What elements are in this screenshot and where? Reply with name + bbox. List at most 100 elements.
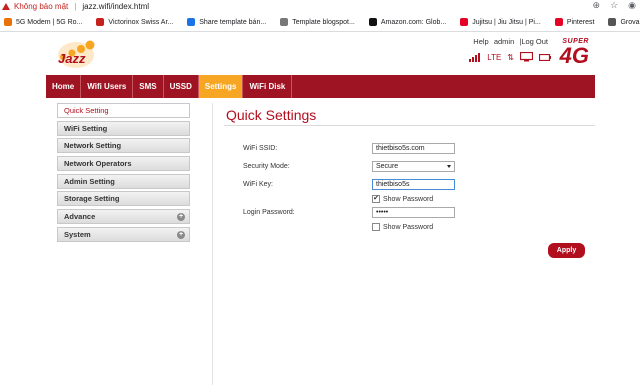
sidebar-item-label: Storage Setting [64,194,120,204]
nav-tab-sms[interactable]: SMS [133,75,164,98]
security-mode-label: Security Mode: [243,163,290,170]
bookmark-label: Template blogspot... [292,18,355,26]
title-divider [224,125,595,126]
bookmark-favicon-icon [608,18,617,26]
bookmarks-bar: 5G Modem | 5G Ro... Victorinox Swiss Ar..… [0,13,640,32]
bookmark-favicon-icon [368,18,377,26]
sidebar-item-label: Quick Setting [64,106,109,115]
bookmark-favicon-icon [187,18,196,26]
checkbox-icon[interactable] [372,223,380,231]
page-title: Quick Settings [226,107,317,123]
show-password-label-1: Show Password [383,195,434,203]
wifi-key-label: WiFi Key: [243,181,273,188]
bookmark-favicon-icon [280,18,289,26]
nav-tab-home[interactable]: Home [46,75,82,98]
ssid-label: WiFi SSID: [243,145,278,152]
nav-tab-ussd[interactable]: USSD [164,75,199,98]
sidebar-item-advance[interactable]: Advance + [57,209,190,225]
nav-tab-wifi-disk[interactable]: WiFi Disk [243,75,293,98]
sidebar-item-label: WiFi Setting [64,123,108,133]
battery-icon [539,53,551,61]
lte-label: LTE [487,52,502,62]
bookmark-favicon-icon [96,18,105,26]
nav-tab-settings[interactable]: Settings [198,75,244,98]
dropdown-arrow-icon [447,165,451,168]
sidebar-item-wifi-setting[interactable]: WiFi Setting [57,120,190,136]
bookmark-label: Amazon.com: Glob... [380,18,447,26]
security-warning-label: Không bảo mật [14,2,69,11]
login-password-label: Login Password: [243,209,295,216]
status-icons: LTE ⇅ [469,52,551,62]
ssid-input[interactable]: thietbiso5s.com [372,143,455,154]
bookmark-label: Victorinox Swiss Ar... [108,18,174,26]
bookmark-label: Grovana Classic M... [620,18,640,26]
bookmark-item[interactable]: Victorinox Swiss Ar... [96,18,173,26]
warning-icon [2,3,10,10]
browser-actions: ⊕ ☆ ◉ [593,0,636,11]
login-password-value: ••••• [376,209,389,216]
sidebar-item-label: Advance [64,212,96,222]
page-root: Không bảo mật | jazz.wifi/index.html ⊕ ☆… [0,0,640,385]
sidebar-item-admin-setting[interactable]: Admin Setting [57,173,190,189]
bookmark-item[interactable]: Grovana Classic M... [608,18,640,26]
bookmark-item[interactable]: Template blogspot... [280,18,355,26]
bookmark-favicon-icon [4,18,12,26]
sidebar-item-quick-setting[interactable]: Quick Setting [57,103,190,118]
bookmark-label: Pinterest [566,18,595,26]
bookmark-label: Share template bán... [199,18,267,26]
super-4g-brand: SUPER 4G [560,38,589,67]
brand-4g: 4G [559,43,589,68]
sidebar-item-system[interactable]: System + [57,226,190,242]
show-password-toggle-2[interactable]: Show Password [372,223,433,231]
checkbox-icon[interactable]: ✔ [372,195,380,203]
bookmark-item[interactable]: Jujitsu | Jiu Jitsu | Pi... [460,18,541,26]
login-password-input[interactable]: ••••• [372,207,455,218]
url-text[interactable]: jazz.wifi/index.html [82,2,149,11]
expand-icon[interactable]: + [177,213,185,222]
apply-button[interactable]: Apply [548,243,585,258]
monitor-icon [520,52,533,62]
jazz-logo: Jazz [58,40,95,68]
zoom-icon[interactable]: ⊕ [593,0,601,11]
bookmark-label: 5G Modem | 5G Ro... [16,18,83,26]
bookmark-star-icon[interactable]: ☆ [610,0,618,11]
show-password-toggle-1[interactable]: ✔ Show Password [372,195,433,203]
logout-link[interactable]: Log Out [521,37,548,46]
router-header: Jazz Help admin |Log Out LTE ⇅ SUPER 4G [46,32,595,74]
show-password-label-2: Show Password [383,223,434,231]
bookmark-label: Jujitsu | Jiu Jitsu | Pi... [472,18,541,26]
account-icon[interactable]: ◉ [628,0,636,11]
signal-icon [469,52,481,62]
logo-text: Jazz [58,51,86,66]
bookmark-item[interactable]: Pinterest [554,18,595,26]
sidebar-item-label: System [64,229,91,239]
wifi-key-value: thietbiso5s [376,181,410,188]
help-link[interactable]: Help [473,37,488,46]
sidebar-item-network-operators[interactable]: Network Operators [57,156,190,172]
data-transfer-icon: ⇅ [507,52,514,62]
bookmark-favicon-icon [460,18,469,26]
bookmark-item[interactable]: 5G Modem | 5G Ro... [4,18,82,26]
sidebar-item-storage-setting[interactable]: Storage Setting [57,191,190,207]
bookmark-item[interactable]: Amazon.com: Glob... [368,18,447,26]
sidebar-item-network-setting[interactable]: Network Setting [57,138,190,154]
sidebar-item-label: Admin Setting [64,176,115,186]
top-links: Help admin |Log Out [470,37,548,46]
sidebar-item-label: Network Setting [64,141,122,151]
ssid-value: thietbiso5s.com [376,145,425,152]
address-separator: | [74,2,77,11]
security-mode-value: Secure [376,163,399,170]
main-nav: Home Wifi Users SMS USSD Settings WiFi Disk [46,75,595,98]
settings-sidebar: Quick Setting WiFi Setting Network Setting… [57,103,190,245]
address-bar[interactable]: Không bảo mật | jazz.wifi/index.html ⊕ ☆… [0,0,640,13]
security-warning[interactable]: Không bảo mật [2,2,68,11]
content-divider [212,103,213,385]
bookmark-item[interactable]: Share template bán... [187,18,266,26]
nav-tab-wifi-users[interactable]: Wifi Users [81,75,134,98]
wifi-key-input[interactable]: thietbiso5s [372,179,455,190]
expand-icon[interactable]: + [177,230,185,239]
sidebar-item-label: Network Operators [64,159,132,169]
security-mode-select[interactable]: Secure [372,161,455,172]
bookmark-favicon-icon [554,18,563,26]
admin-link[interactable]: admin [494,37,514,46]
